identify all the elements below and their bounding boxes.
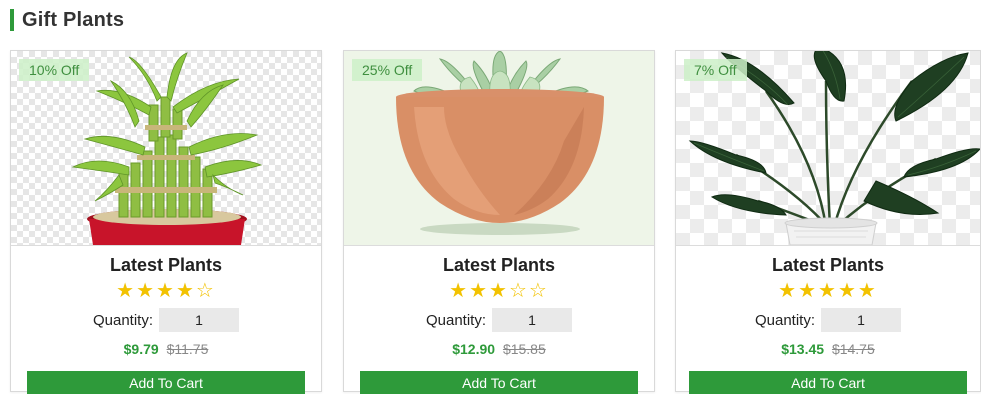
add-to-cart-button[interactable]: Add To Cart [360, 371, 638, 394]
price-old: $14.75 [831, 341, 875, 357]
quantity-row: Quantity: [676, 308, 980, 332]
price-row: $13.45 $14.75 [676, 341, 980, 361]
star-rating-icon: ★★★☆☆ [449, 280, 549, 302]
product-image[interactable]: 25% Off [344, 51, 654, 246]
price-current: $13.45 [781, 341, 825, 357]
star-rating-icon: ★★★★★ [778, 280, 878, 302]
price-row: $9.79 $11.75 [11, 341, 321, 361]
product-card: 25% Off Latest Plants ★★★☆☆ Quantity: $1… [343, 50, 655, 394]
add-to-cart-button[interactable]: Add To Cart [27, 371, 305, 394]
card-body: Latest Plants ★★★★★ Quantity: $13.45 $14… [676, 255, 980, 394]
product-title[interactable]: Latest Plants [344, 255, 654, 277]
quantity-input[interactable] [159, 308, 240, 332]
card-body: Latest Plants ★★★☆☆ Quantity: $12.90 $15… [344, 255, 654, 394]
discount-badge: 10% Off [19, 59, 90, 81]
product-title[interactable]: Latest Plants [676, 255, 980, 277]
quantity-label: Quantity: [425, 311, 487, 329]
price-current: $12.90 [452, 341, 496, 357]
quantity-row: Quantity: [11, 308, 321, 332]
quantity-input[interactable] [821, 308, 902, 332]
section-title: Gift Plants [22, 8, 125, 31]
product-image[interactable]: 10% Off [11, 51, 321, 246]
card-body: Latest Plants ★★★★☆ Quantity: $9.79 $11.… [11, 255, 321, 394]
price-old: $11.75 [166, 341, 209, 357]
product-image[interactable]: 7% Off [676, 51, 980, 246]
product-card: 10% Off Latest Plants ★★★★☆ Quantity: $9… [10, 50, 322, 394]
star-rating-icon: ★★★★☆ [116, 280, 216, 302]
price-old: $15.85 [502, 341, 546, 357]
product-title[interactable]: Latest Plants [11, 255, 321, 277]
discount-badge: 25% Off [352, 59, 423, 81]
quantity-label: Quantity: [754, 311, 816, 329]
quantity-input[interactable] [492, 308, 573, 332]
quantity-label: Quantity: [92, 311, 154, 329]
price-row: $12.90 $15.85 [344, 341, 654, 361]
section-header: Gift Plants [10, 7, 124, 33]
discount-badge: 7% Off [684, 59, 747, 81]
product-card: 7% Off Latest Plants ★★★★★ Quantity: $13… [675, 50, 981, 394]
section-accent-bar [10, 9, 14, 31]
price-current: $9.79 [123, 341, 159, 357]
quantity-row: Quantity: [344, 308, 654, 332]
add-to-cart-button[interactable]: Add To Cart [689, 371, 967, 394]
